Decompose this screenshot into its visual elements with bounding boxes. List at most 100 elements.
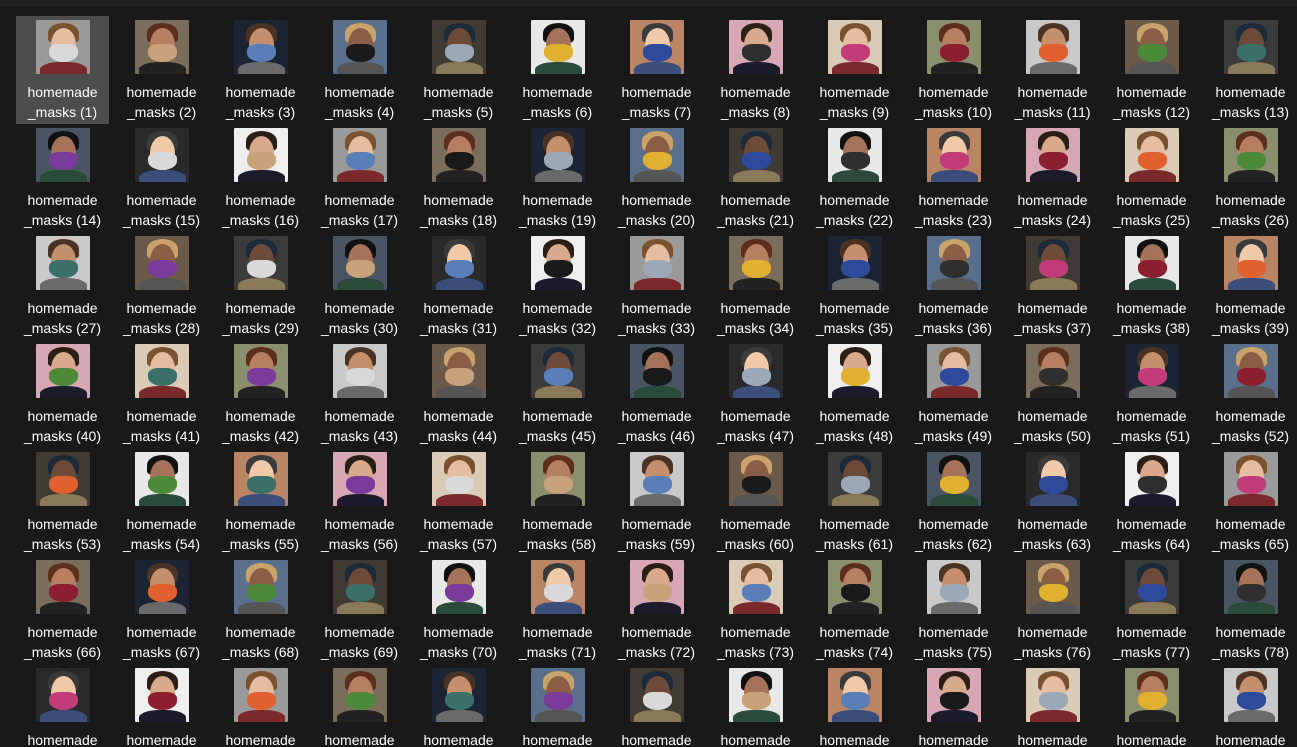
file-tile[interactable]: homemade _masks (50) xyxy=(1006,340,1099,448)
file-tile[interactable]: homemade _masks (16) xyxy=(214,124,307,232)
file-tile[interactable]: homemade _masks (27) xyxy=(16,232,109,340)
file-tile[interactable]: homemade _masks (37) xyxy=(1006,232,1099,340)
file-tile[interactable]: homemade _masks (39) xyxy=(1204,232,1297,340)
file-tile[interactable]: homemade_masks (80) xyxy=(115,664,208,747)
file-tile[interactable]: homemade _masks (64) xyxy=(1105,448,1198,556)
file-tile[interactable]: homemade _masks (49) xyxy=(907,340,1000,448)
file-tile[interactable]: homemade _masks (61) xyxy=(808,448,901,556)
file-tile[interactable]: homemade _masks (7) xyxy=(610,16,703,124)
file-tile[interactable]: homemade _masks (76) xyxy=(1006,556,1099,664)
file-tile[interactable]: homemade _masks (36) xyxy=(907,232,1000,340)
file-tile[interactable]: homemade _masks (62) xyxy=(907,448,1000,556)
file-tile[interactable]: homemade _masks (66) xyxy=(16,556,109,664)
file-tile[interactable]: homemade _masks (6) xyxy=(511,16,604,124)
file-tile[interactable]: homemade _masks (73) xyxy=(709,556,802,664)
file-tile[interactable]: homemade _masks (41) xyxy=(115,340,208,448)
image-thumbnail xyxy=(629,452,684,506)
file-name-label: homemade _masks (4) xyxy=(324,84,395,120)
file-tile[interactable]: homemade _masks (38) xyxy=(1105,232,1198,340)
file-tile[interactable]: homemade _masks (29) xyxy=(214,232,307,340)
file-tile[interactable]: homemade _masks (72) xyxy=(610,556,703,664)
file-tile[interactable]: homemade _masks (67) xyxy=(115,556,208,664)
file-tile[interactable]: homemade _masks (58) xyxy=(511,448,604,556)
file-tile[interactable]: homemade _masks (43) xyxy=(313,340,406,448)
file-tile[interactable]: homemade _masks (48) xyxy=(808,340,901,448)
file-tile[interactable]: homemade _masks (63) xyxy=(1006,448,1099,556)
file-tile[interactable]: homemade _masks (68) xyxy=(214,556,307,664)
file-tile[interactable]: homemade _masks (60) xyxy=(709,448,802,556)
file-tile[interactable]: homemade _masks (1) xyxy=(16,16,109,124)
file-tile[interactable]: homemade _masks (10) xyxy=(907,16,1000,124)
file-tile[interactable]: homemade _masks (19) xyxy=(511,124,604,232)
file-name-label: homemade _masks (71) xyxy=(518,624,597,660)
file-tile[interactable]: homemade _masks (51) xyxy=(1105,340,1198,448)
file-tile[interactable]: homemade _masks (28) xyxy=(115,232,208,340)
file-name-label: homemade _masks (57) xyxy=(419,516,498,552)
file-tile[interactable]: homemade _masks (70) xyxy=(412,556,505,664)
file-tile[interactable]: homemade _masks (75) xyxy=(907,556,1000,664)
file-tile[interactable]: homemade_masks (84) xyxy=(511,664,604,747)
file-tile[interactable]: homemade _masks (31) xyxy=(412,232,505,340)
file-tile[interactable]: homemade _masks (14) xyxy=(16,124,109,232)
file-tile[interactable]: homemade _masks (8) xyxy=(709,16,802,124)
file-tile[interactable]: homemade _masks (69) xyxy=(313,556,406,664)
file-tile[interactable]: homemade_masks (79) xyxy=(16,664,109,747)
file-tile[interactable]: homemade _masks (78) xyxy=(1204,556,1297,664)
file-tile[interactable]: homemade _masks (4) xyxy=(313,16,406,124)
image-thumbnail xyxy=(134,236,189,290)
file-tile[interactable]: homemade_masks (88) xyxy=(907,664,1000,747)
file-tile[interactable]: homemade _masks (40) xyxy=(16,340,109,448)
file-tile[interactable]: homemade _masks (13) xyxy=(1204,16,1297,124)
file-tile[interactable]: homemade _masks (54) xyxy=(115,448,208,556)
file-tile[interactable]: homemade _masks (32) xyxy=(511,232,604,340)
file-tile[interactable]: homemade _masks (55) xyxy=(214,448,307,556)
file-tile[interactable]: homemade _masks (52) xyxy=(1204,340,1297,448)
file-tile[interactable]: homemade _masks (65) xyxy=(1204,448,1297,556)
file-tile[interactable]: homemade _masks (20) xyxy=(610,124,703,232)
file-tile[interactable]: homemade_masks (90) xyxy=(1105,664,1198,747)
file-name-label: homemade _masks (51) xyxy=(1112,408,1191,444)
file-tile[interactable]: homemade _masks (11) xyxy=(1006,16,1099,124)
file-tile[interactable]: homemade _masks (12) xyxy=(1105,16,1198,124)
file-tile[interactable]: homemade_masks (91) xyxy=(1204,664,1297,747)
file-tile[interactable]: homemade _masks (42) xyxy=(214,340,307,448)
file-tile[interactable]: homemade _masks (44) xyxy=(412,340,505,448)
file-tile[interactable]: homemade _masks (53) xyxy=(16,448,109,556)
file-tile[interactable]: homemade _masks (45) xyxy=(511,340,604,448)
file-tile[interactable]: homemade _masks (18) xyxy=(412,124,505,232)
file-tile[interactable]: homemade _masks (59) xyxy=(610,448,703,556)
file-tile[interactable]: homemade _masks (57) xyxy=(412,448,505,556)
file-tile[interactable]: homemade _masks (47) xyxy=(709,340,802,448)
file-tile[interactable]: homemade _masks (3) xyxy=(214,16,307,124)
file-tile[interactable]: homemade _masks (23) xyxy=(907,124,1000,232)
file-tile[interactable]: homemade _masks (21) xyxy=(709,124,802,232)
file-tile[interactable]: homemade_masks (82) xyxy=(313,664,406,747)
file-tile[interactable]: homemade _masks (46) xyxy=(610,340,703,448)
file-tile[interactable]: homemade_masks (89) xyxy=(1006,664,1099,747)
file-name-label: homemade _masks (24) xyxy=(1013,192,1092,228)
file-tile[interactable]: homemade _masks (56) xyxy=(313,448,406,556)
file-tile[interactable]: homemade _masks (25) xyxy=(1105,124,1198,232)
file-tile[interactable]: homemade _masks (15) xyxy=(115,124,208,232)
file-tile[interactable]: homemade _masks (26) xyxy=(1204,124,1297,232)
file-tile[interactable]: homemade _masks (22) xyxy=(808,124,901,232)
file-tile[interactable]: homemade _masks (35) xyxy=(808,232,901,340)
file-tile[interactable]: homemade _masks (2) xyxy=(115,16,208,124)
thumbnail-grid: homemade _masks (1) homemade _masks (2) home… xyxy=(16,16,1297,747)
file-tile[interactable]: homemade_masks (86) xyxy=(709,664,802,747)
file-tile[interactable]: homemade_masks (85) xyxy=(610,664,703,747)
file-tile[interactable]: homemade _masks (24) xyxy=(1006,124,1099,232)
file-tile[interactable]: homemade _masks (5) xyxy=(412,16,505,124)
file-tile[interactable]: homemade _masks (33) xyxy=(610,232,703,340)
file-tile[interactable]: homemade _masks (34) xyxy=(709,232,802,340)
file-tile[interactable]: homemade _masks (9) xyxy=(808,16,901,124)
file-tile[interactable]: homemade _masks (17) xyxy=(313,124,406,232)
file-tile[interactable]: homemade _masks (30) xyxy=(313,232,406,340)
file-tile[interactable]: homemade_masks (87) xyxy=(808,664,901,747)
file-tile[interactable]: homemade_masks (81) xyxy=(214,664,307,747)
file-tile[interactable]: homemade _masks (71) xyxy=(511,556,604,664)
file-tile[interactable]: homemade _masks (74) xyxy=(808,556,901,664)
file-tile[interactable]: homemade _masks (77) xyxy=(1105,556,1198,664)
file-tile[interactable]: homemade_masks (83) xyxy=(412,664,505,747)
file-name-label: homemade _masks (56) xyxy=(320,516,399,552)
